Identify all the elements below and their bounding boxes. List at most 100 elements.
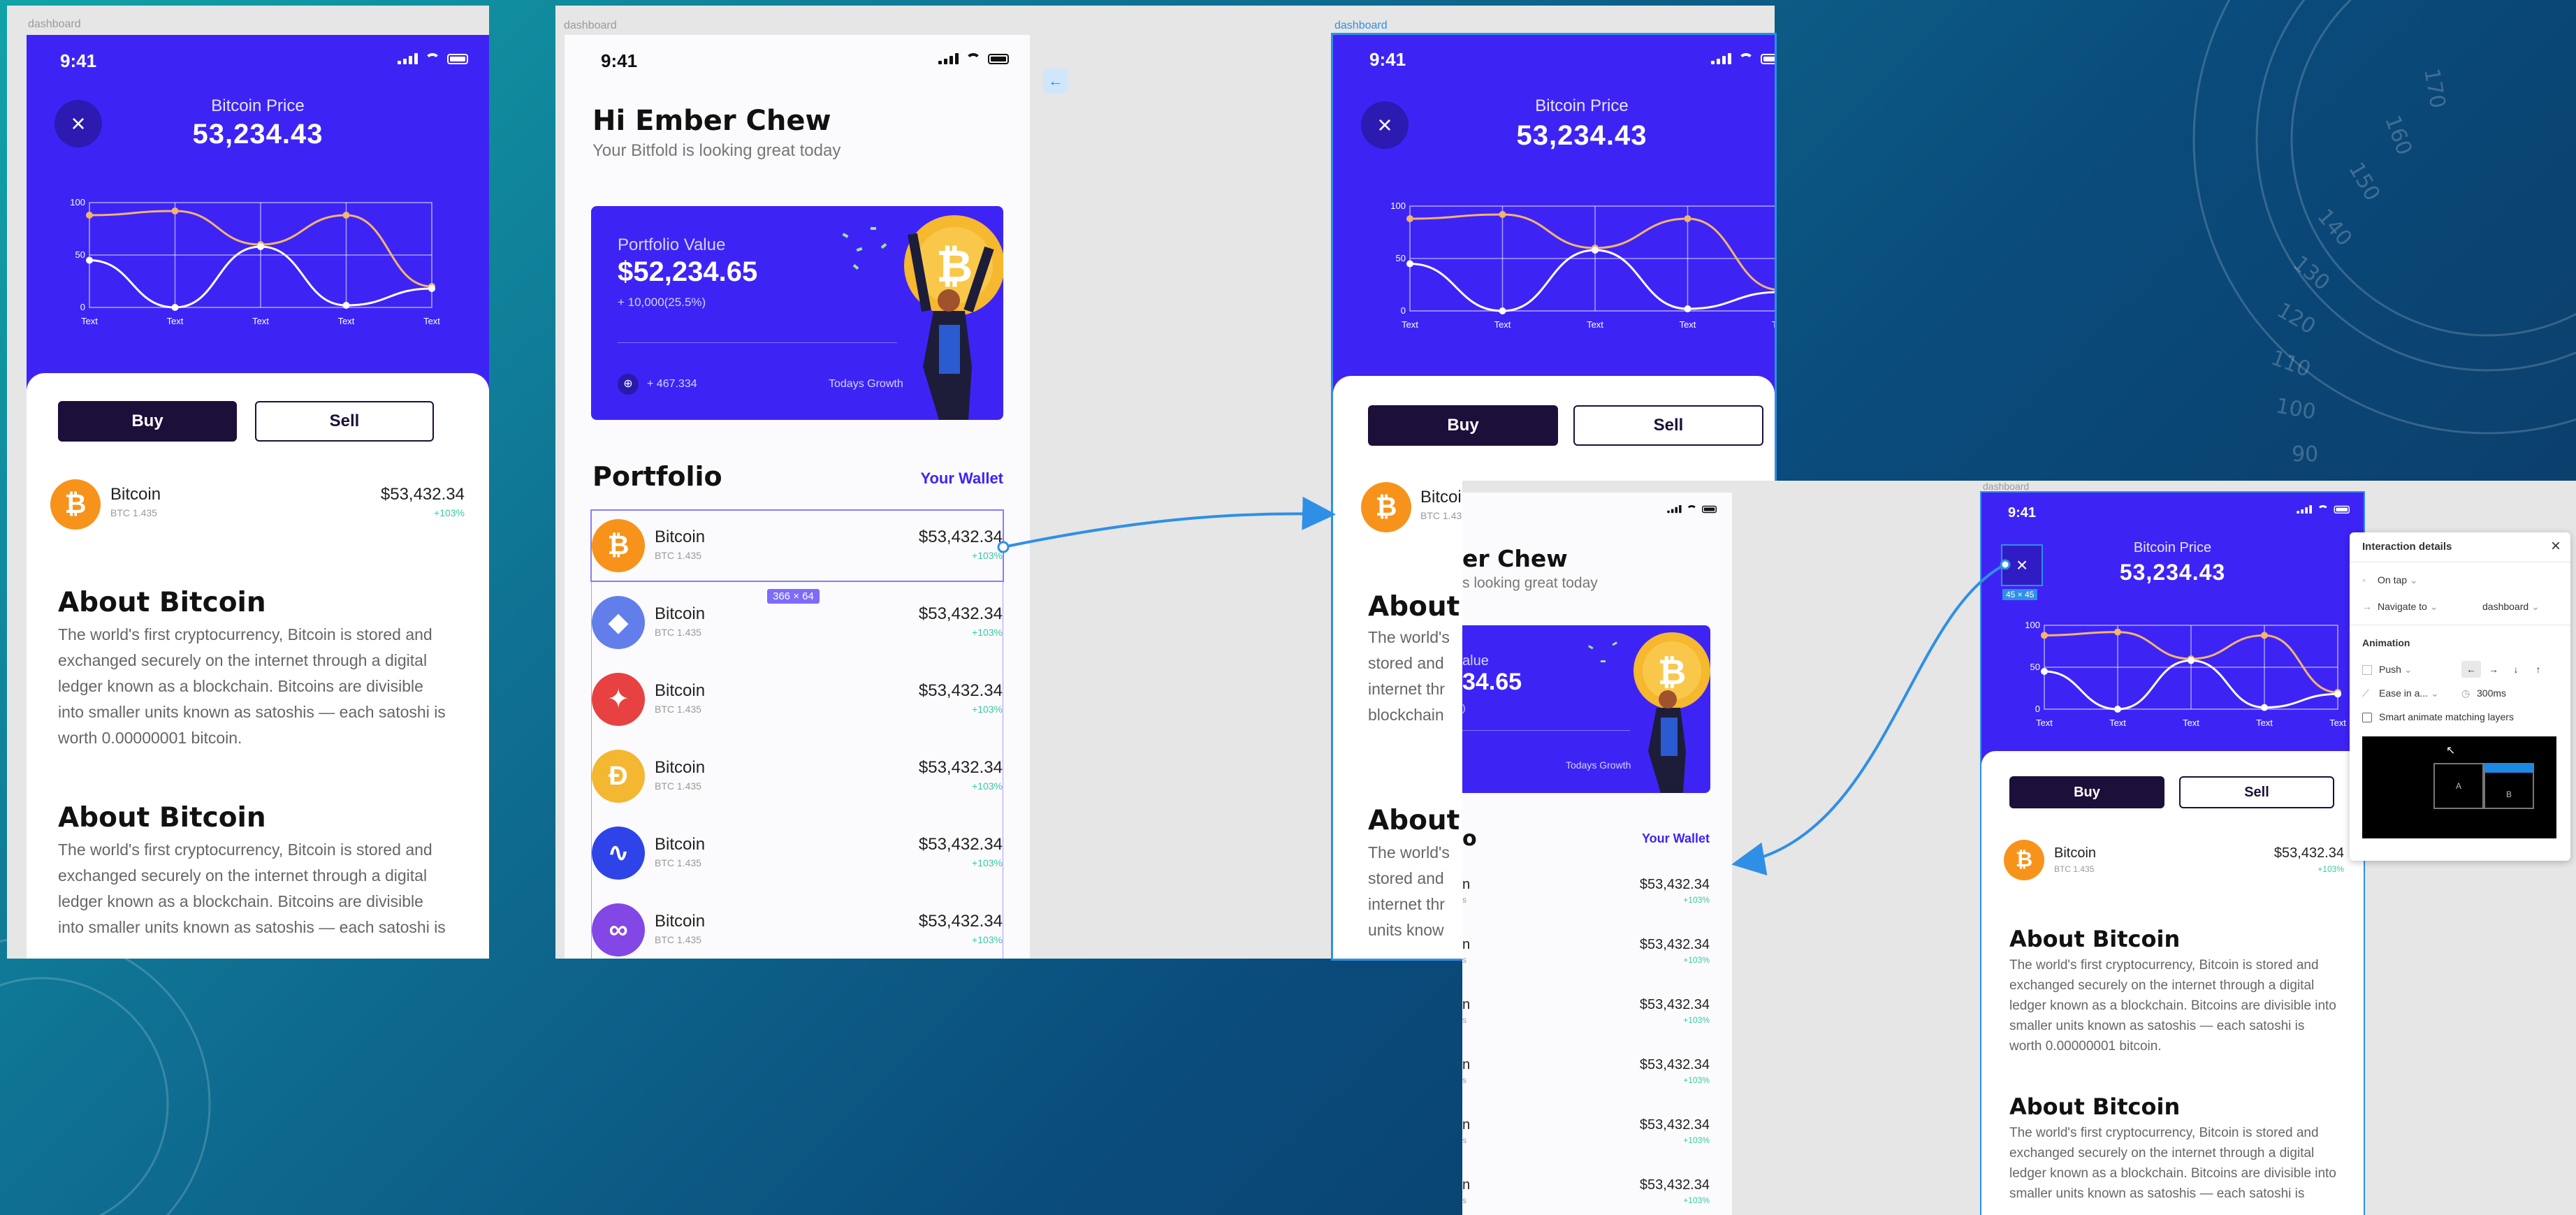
easing-select[interactable]: Ease in a... ⌄ [2379, 687, 2439, 699]
portfolio-row[interactable]: n s $53,432.34 +103% [1462, 870, 1732, 926]
coin-name: Bitcoin [655, 758, 706, 777]
smart-animate-label: Smart animate matching layers [2379, 711, 2514, 722]
data-point [2261, 704, 2268, 711]
status-icons [1711, 53, 1775, 64]
smart-animate-checkbox[interactable] [2362, 713, 2372, 722]
coin-detail-frame[interactable]: 9:41 × Bitcoin Price 53,234.43 100 50 0 Tex… [27, 35, 489, 959]
coin-symbol: BTC 1.435 [655, 780, 701, 792]
dial-number: 140 [2312, 205, 2357, 251]
card-change: + 10,000(25.5%) [618, 296, 706, 309]
action-select[interactable]: Navigate to ⌄ [2378, 601, 2438, 613]
battery-icon [988, 53, 1009, 64]
about-body-line: units know [1368, 921, 1444, 939]
y-tick-label: 100 [2025, 620, 2040, 630]
interaction-details-panel[interactable]: Interaction details × ◦ On tap ⌄ → Navig… [2350, 532, 2570, 861]
sell-button[interactable]: Sell [2179, 776, 2334, 808]
card-value: $52,234.65 [618, 256, 758, 287]
direction-button[interactable]: ← [2461, 661, 2481, 678]
portfolio-value-card[interactable]: alue 34.65 ) Todays Growth ₿ [1462, 625, 1710, 793]
buy-button[interactable]: Buy [2009, 776, 2164, 808]
status-time: 9:41 [2008, 505, 2037, 521]
status-time: 9:41 [601, 50, 638, 71]
price-value: 53,234.43 [2119, 560, 2226, 585]
about-heading: About [1368, 805, 1460, 836]
coin-detail-frame-small[interactable]: 9:41 × 45 × 45 Bitcoin Price 53,234.43 1… [1980, 491, 2365, 1215]
your-wallet-link[interactable]: Your Wallet [1642, 831, 1710, 846]
portfolio-value-card[interactable]: Portfolio Value $52,234.65 + 10,000(25.5… [591, 206, 1003, 420]
status-bar [1462, 493, 1732, 521]
status-icons [1667, 505, 1717, 514]
bitcoin-icon: ₿ [1361, 482, 1411, 532]
home-frame-partial[interactable]: er Chew s looking great today alue 34.65… [1462, 493, 1732, 1215]
direction-button[interactable]: → [2484, 661, 2503, 678]
coin-icon: ∞ [592, 903, 645, 956]
portfolio-row[interactable]: n s $53,432.34 +103% [1462, 1050, 1732, 1106]
portfolio-row[interactable]: ✦ Bitcoin BTC 1.435 $53,432.34 +103% [592, 664, 1003, 734]
y-tick-label: 0 [80, 302, 85, 312]
about-body: The world's first cryptocurrency, Bitcoi… [2009, 1126, 2336, 1201]
trigger-select[interactable]: On tap ⌄ [2378, 574, 2418, 586]
x-tick-label: Text [167, 316, 184, 326]
about-heading: About Bitcoin [2009, 1093, 2181, 1120]
portfolio-row[interactable]: n s $53,432.34 +103% [1462, 1110, 1732, 1166]
duration-input[interactable]: 300ms [2477, 687, 2506, 699]
data-point [86, 212, 93, 219]
coin-icon: ∿ [592, 827, 645, 880]
data-point [2114, 706, 2121, 713]
card-label: Portfolio Value [618, 235, 726, 254]
about-body-line: stored and [1368, 869, 1444, 887]
chart-svg: 100 50 0 Text Text Text Text Text [2025, 620, 2346, 728]
portfolio-row[interactable]: n s $53,432.34 +103% [1462, 990, 1732, 1046]
status-bar: 9:41 [27, 35, 489, 84]
about-body-line: The world's [1368, 628, 1450, 646]
about-heading: About Bitcoin [58, 587, 266, 618]
card-value: 34.65 [1462, 669, 1522, 695]
price-header: 9:41 × 45 × 45 Bitcoin Price 53,234.43 1… [1981, 493, 2364, 793]
your-wallet-link[interactable]: Your Wallet [920, 470, 1003, 488]
buy-button[interactable]: Buy [58, 401, 237, 442]
home-frame[interactable]: 9:41 Hi Ember Chew Your Bitfold is looki… [565, 35, 1030, 959]
about-body-line: internet thr [1368, 680, 1445, 698]
data-point [2114, 628, 2121, 636]
portfolio-row[interactable]: ∞ Bitcoin BTC 1.435 $53,432.34 +103% [592, 895, 1003, 959]
coin-amount: $53,432.34 [918, 604, 1003, 623]
destination-select[interactable]: dashboard ⌄ [2482, 601, 2540, 613]
coin-name: Bitcoin [2054, 845, 2097, 861]
sell-button[interactable]: Sell [1573, 405, 1763, 446]
about-body-line: The world's [1368, 843, 1450, 861]
x-tick-label: Text [2183, 718, 2199, 728]
chevron-down-icon: ⌄ [2403, 664, 2413, 675]
data-point [171, 304, 179, 311]
portfolio-row[interactable]: ∿ Bitcoin BTC 1.435 $53,432.34 +103% [592, 818, 1003, 888]
status-time: 9:41 [60, 50, 97, 71]
buy-button[interactable]: Buy [1368, 405, 1558, 446]
prototype-flow-start-icon[interactable]: ← [1043, 68, 1068, 94]
coin-name: n [1462, 997, 1471, 1012]
detail-sheet: Buy Sell ₿ Bitcoin BTC 1.435 $53,432.34 … [27, 373, 489, 959]
coin-name: n [1462, 877, 1471, 892]
dial-number: 170 [2419, 66, 2450, 110]
greeting-subtitle: Your Bitfold is looking great today [592, 141, 841, 160]
animation-type-select[interactable]: Push ⌄ [2379, 664, 2413, 676]
animation-preview: A B ↖ [2362, 736, 2556, 838]
trigger-value: On tap [2378, 574, 2408, 585]
coin-icon: ◆ [592, 596, 645, 649]
portfolio-row[interactable]: ₿ Bitcoin BTC 1.435 $53,432.34 +103% [590, 509, 1004, 582]
panel-close-button[interactable]: × [2551, 537, 2561, 556]
sell-button[interactable]: Sell [255, 401, 434, 442]
portfolio-row[interactable]: n s $53,432.34 +103% [1462, 1170, 1732, 1215]
portfolio-row[interactable]: Ð Bitcoin BTC 1.435 $53,432.34 +103% [592, 741, 1003, 811]
card-change: ) [1462, 702, 1466, 713]
direction-button[interactable]: ↑ [2528, 661, 2548, 678]
data-point [1684, 305, 1691, 312]
coin-amount: $53,432.34 [918, 681, 1003, 700]
y-tick-label: 0 [1401, 305, 1406, 316]
x-tick-label: Text [1494, 319, 1511, 330]
dial-number: 130 [2288, 251, 2334, 296]
dial-number: 100 [2274, 393, 2317, 424]
status-bar: 9:41 [1981, 493, 2364, 541]
dial-number: 160 [2380, 112, 2416, 159]
wifi-icon [966, 53, 981, 64]
portfolio-row[interactable]: n s $53,432.34 +103% [1462, 930, 1732, 986]
direction-button[interactable]: ↓ [2506, 661, 2526, 678]
